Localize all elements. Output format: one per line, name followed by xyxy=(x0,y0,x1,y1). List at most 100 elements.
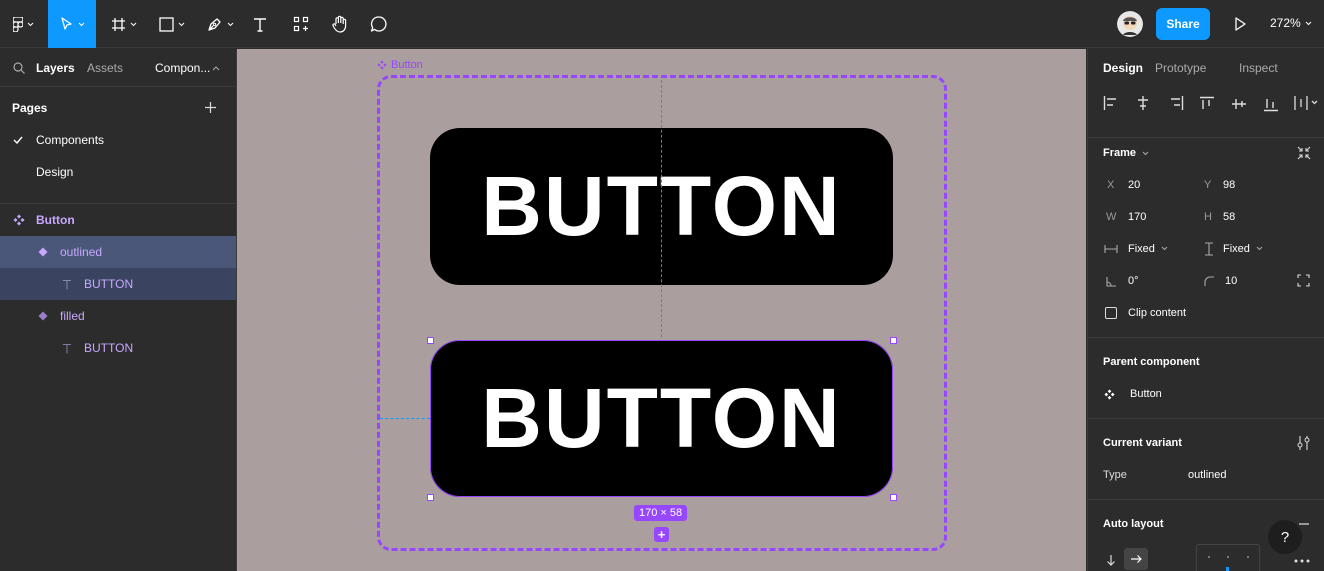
h-input[interactable]: 58 xyxy=(1223,211,1235,223)
layer-label: outlined xyxy=(60,245,103,259)
resources-tool[interactable] xyxy=(288,0,314,48)
move-tool[interactable] xyxy=(48,0,96,48)
layer-label: BUTTON xyxy=(84,277,134,291)
height-mode-dropdown[interactable]: Fixed xyxy=(1223,243,1250,255)
frame-label[interactable]: Button xyxy=(377,59,423,71)
tab-assets[interactable]: Assets xyxy=(87,61,123,75)
tab-prototype[interactable]: Prototype xyxy=(1155,61,1206,75)
play-icon xyxy=(1235,17,1246,31)
tab-inspect[interactable]: Inspect xyxy=(1239,61,1278,75)
clip-content-checkbox[interactable] xyxy=(1105,307,1117,319)
layer-item-button-text[interactable]: BUTTON xyxy=(0,332,236,364)
layer-item-filled[interactable]: filled xyxy=(0,300,236,332)
main-menu-button[interactable] xyxy=(6,0,40,48)
w-input[interactable]: 170 xyxy=(1128,211,1146,223)
layer-item-outlined[interactable]: outlined xyxy=(0,236,236,268)
comment-tool[interactable] xyxy=(366,0,392,48)
y-input[interactable]: 98 xyxy=(1223,179,1235,191)
help-button[interactable]: ? xyxy=(1268,520,1302,554)
text-tool[interactable] xyxy=(248,0,272,48)
page-item-design[interactable]: Design xyxy=(0,156,236,188)
shape-tool[interactable] xyxy=(152,0,192,48)
resize-to-fit-icon[interactable] xyxy=(1297,146,1311,160)
component-set-icon xyxy=(377,60,387,70)
layer-item-button-text[interactable]: BUTTON xyxy=(0,268,236,300)
layer-label: filled xyxy=(60,309,85,323)
align-horizontal-center-icon[interactable] xyxy=(1135,96,1151,110)
divider xyxy=(1088,499,1324,500)
layer-item-button-set[interactable]: Button xyxy=(0,204,236,236)
chevron-down-icon[interactable] xyxy=(1142,151,1149,156)
width-mode-dropdown[interactable]: Fixed xyxy=(1128,243,1155,255)
chevron-up-icon[interactable] xyxy=(212,65,220,71)
tab-design[interactable]: Design xyxy=(1103,61,1143,75)
hand-tool[interactable] xyxy=(326,0,354,48)
align-left-icon[interactable] xyxy=(1103,96,1119,110)
x-input[interactable]: 20 xyxy=(1128,179,1140,191)
minus-icon[interactable] xyxy=(1299,523,1309,525)
chevron-down-icon xyxy=(178,22,185,26)
arrow-down-icon[interactable] xyxy=(1106,554,1116,566)
variant-property-value[interactable]: outlined xyxy=(1188,469,1227,481)
variant-properties-icon[interactable] xyxy=(1297,436,1310,450)
corner-radius-input[interactable]: 10 xyxy=(1225,275,1237,287)
measure-guide-vertical xyxy=(661,75,662,337)
page-dropdown[interactable]: Compon... xyxy=(155,61,210,75)
alignment-grid[interactable] xyxy=(1196,544,1260,571)
pen-tool[interactable] xyxy=(200,0,240,48)
align-bottom-icon[interactable] xyxy=(1264,96,1278,112)
divider xyxy=(1088,337,1324,338)
chevron-down-icon xyxy=(130,22,137,26)
more-options-icon[interactable] xyxy=(1294,559,1310,563)
parent-component-link[interactable]: Button xyxy=(1130,388,1162,400)
cursor-icon xyxy=(60,17,72,30)
parent-component-title: Parent component xyxy=(1103,356,1200,368)
user-avatar-icon xyxy=(1117,11,1143,37)
zoom-dropdown[interactable]: 272% xyxy=(1270,16,1312,30)
chevron-down-icon[interactable] xyxy=(1161,246,1168,251)
rotation-input[interactable]: 0° xyxy=(1128,275,1139,287)
pages-title: Pages xyxy=(12,101,48,115)
hand-icon xyxy=(332,15,347,33)
page-item-components[interactable]: Components xyxy=(0,124,236,156)
independent-corners-icon[interactable] xyxy=(1297,274,1310,287)
check-icon xyxy=(13,136,23,144)
share-button[interactable]: Share xyxy=(1156,8,1210,40)
selection-box xyxy=(430,340,893,497)
direction-horizontal-button[interactable] xyxy=(1124,548,1148,570)
auto-layout-title: Auto layout xyxy=(1103,518,1164,530)
frame-tool[interactable] xyxy=(104,0,144,48)
left-panel: Layers Assets Compon... Pages Components… xyxy=(0,49,237,571)
resize-handle-bottom-left[interactable] xyxy=(427,494,434,501)
left-panel-tabs: Layers Assets Compon... xyxy=(0,49,236,87)
avatar[interactable] xyxy=(1117,11,1143,37)
resize-handle-top-left[interactable] xyxy=(427,337,434,344)
add-variant-button[interactable]: + xyxy=(654,527,669,542)
distribute-icon[interactable] xyxy=(1294,96,1318,110)
current-variant-title: Current variant xyxy=(1103,437,1182,449)
component-set-icon xyxy=(13,214,25,226)
align-top-icon[interactable] xyxy=(1200,96,1214,112)
resize-handle-top-right[interactable] xyxy=(890,337,897,344)
arrow-right-icon xyxy=(1131,555,1142,563)
chevron-down-icon xyxy=(227,22,233,26)
page-label: Design xyxy=(36,165,74,179)
chevron-down-icon xyxy=(1305,21,1312,25)
resize-handle-bottom-right[interactable] xyxy=(890,494,897,501)
add-page-icon[interactable] xyxy=(204,101,217,114)
canvas[interactable]: Button BUTTON BUTTON 170 × 58 + xyxy=(237,49,1086,571)
chevron-down-icon[interactable] xyxy=(1256,246,1263,251)
comment-icon xyxy=(370,16,387,32)
align-vertical-center-icon[interactable] xyxy=(1232,96,1246,112)
present-button[interactable] xyxy=(1230,14,1250,34)
frame-section-title[interactable]: Frame xyxy=(1103,147,1136,159)
align-right-icon[interactable] xyxy=(1168,96,1184,110)
tab-layers[interactable]: Layers xyxy=(36,61,75,75)
figma-logo-icon xyxy=(12,16,23,32)
corner-radius-icon xyxy=(1204,276,1214,286)
toolbar: Share 272% xyxy=(0,0,1324,48)
search-icon[interactable] xyxy=(13,62,25,74)
component-set-icon xyxy=(1104,389,1115,400)
pen-icon xyxy=(207,18,221,31)
layer-label: Button xyxy=(36,213,75,227)
